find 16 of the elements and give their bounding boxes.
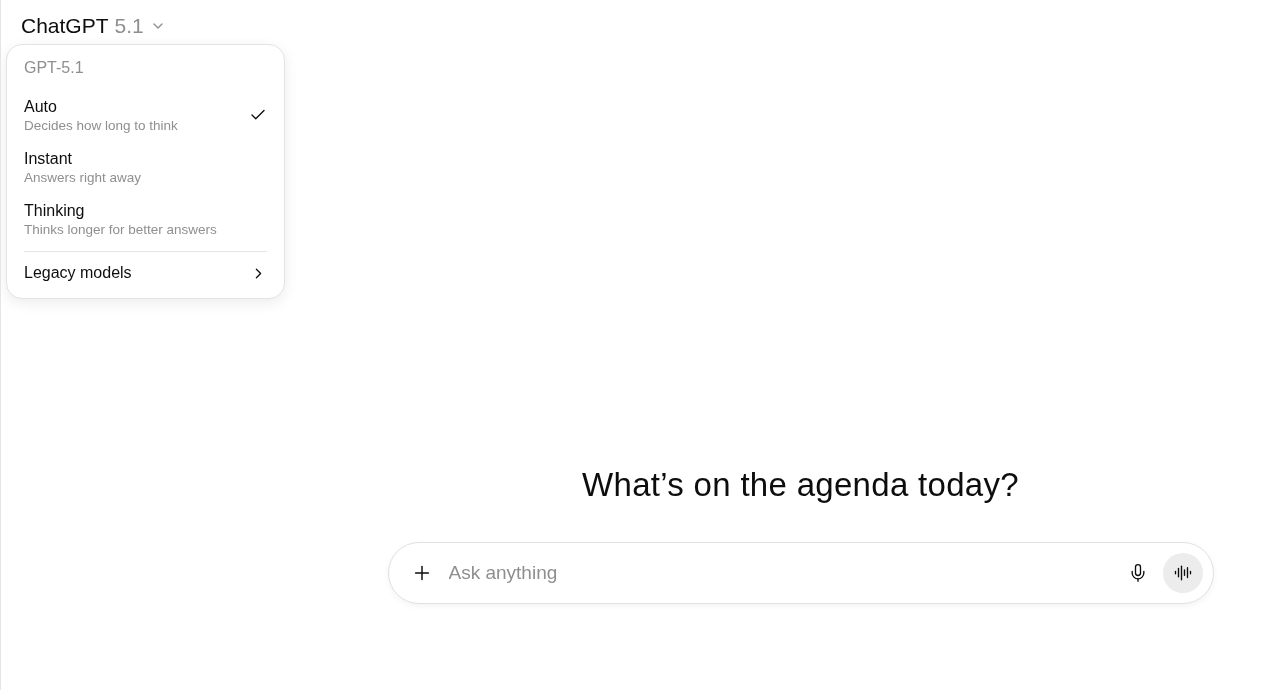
option-label: Thinking [24, 201, 86, 220]
sound-wave-icon [1173, 564, 1192, 582]
menu-heading: GPT-5.1 [23, 59, 85, 77]
model-selector[interactable]: ChatGPT 5.1 [15, 10, 172, 42]
option-description: Answers right away [24, 169, 142, 185]
model-option[interactable]: Instant Answers right away [7, 141, 284, 193]
option-description: Thinks longer for better answers [24, 221, 217, 237]
prompt-input[interactable]: Ask anything [446, 561, 1113, 585]
voice-mode-button[interactable] [1162, 553, 1203, 593]
greeting-heading: What’s on the agenda today? [582, 466, 1019, 504]
option-label: Auto [24, 97, 58, 116]
model-option[interactable]: Auto Decides how long to think [7, 89, 284, 141]
model-option[interactable]: Thinking Thinks longer for better answers [7, 193, 284, 245]
option-description: Decides how long to think [24, 117, 178, 133]
option-label: Instant [24, 149, 74, 168]
submenu-item[interactable]: Legacy models [7, 256, 284, 290]
